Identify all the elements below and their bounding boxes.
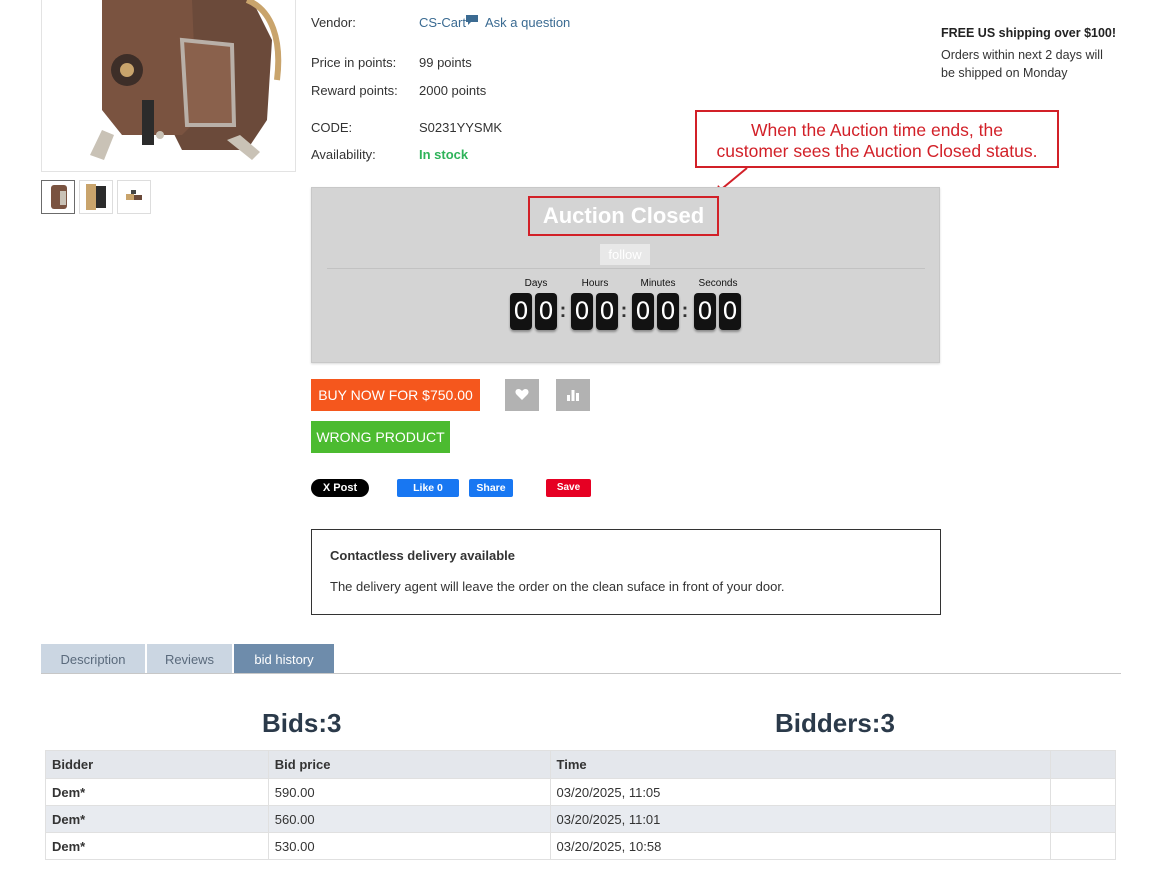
bids-count: Bids:3 xyxy=(262,708,342,738)
thumbnail-1[interactable] xyxy=(41,180,75,214)
hours-label: Hours xyxy=(581,278,609,289)
tab-description[interactable]: Description xyxy=(41,644,145,673)
table-header-row: Bidder Bid price Time xyxy=(45,750,1116,779)
code-value: S0231YYSMK xyxy=(419,120,503,135)
thumbnail-2[interactable] xyxy=(79,180,113,214)
bid-history-table: Bidder Bid price Time Dem* 590.00 03/20/… xyxy=(45,750,1116,860)
shipping-line-2: be shipped on Monday xyxy=(941,66,1068,80)
table-row: Dem* 530.00 03/20/2025, 10:58 xyxy=(45,832,1116,860)
wishlist-button[interactable] xyxy=(505,379,539,411)
vendor-label: Vendor: xyxy=(311,15,356,30)
bid-price-cell: 530.00 xyxy=(267,832,551,860)
follow-button[interactable]: follow xyxy=(600,244,650,265)
empty-cell xyxy=(1050,832,1116,860)
tab-reviews[interactable]: Reviews xyxy=(147,644,232,673)
table-row: Dem* 590.00 03/20/2025, 11:05 xyxy=(45,778,1116,806)
annotation-callout: When the Auction time ends, the customer… xyxy=(695,110,1059,168)
delivery-title: Contactless delivery available xyxy=(330,548,515,563)
minutes-digit-1: 0 xyxy=(632,293,654,330)
bidder-cell: Dem* xyxy=(45,832,269,860)
price-points-value: 99 points xyxy=(419,55,472,70)
facebook-share-button[interactable]: Share xyxy=(469,479,513,497)
bid-price-cell: 560.00 xyxy=(267,805,551,833)
bid-price-cell: 590.00 xyxy=(267,778,551,806)
chat-bubble-icon xyxy=(465,14,479,29)
thumbnail-backpack-icon xyxy=(51,185,67,209)
bidders-count: Bidders:3 xyxy=(775,708,895,738)
column-header-bid-price: Bid price xyxy=(267,750,551,779)
empty-cell xyxy=(1050,778,1116,806)
hours-digit-2: 0 xyxy=(596,293,618,330)
availability-status: In stock xyxy=(419,147,469,162)
ask-question-link[interactable]: Ask a question xyxy=(485,15,570,30)
tabs-divider xyxy=(41,673,1121,674)
product-main-image[interactable] xyxy=(41,0,296,172)
minutes-label: Minutes xyxy=(640,278,676,289)
seconds-digit-1: 0 xyxy=(694,293,716,330)
bid-time-cell: 03/20/2025, 11:01 xyxy=(549,805,1052,833)
auction-divider xyxy=(327,268,925,269)
annotation-line-2: customer sees the Auction Closed status. xyxy=(716,141,1038,161)
compare-button[interactable] xyxy=(556,379,590,411)
thumbnail-accessories-icon xyxy=(126,190,142,200)
x-post-button[interactable]: X Post xyxy=(311,479,369,497)
annotation-line-1: When the Auction time ends, the xyxy=(751,120,1003,140)
thumbnail-3[interactable] xyxy=(117,180,151,214)
column-header-time: Time xyxy=(549,750,1052,779)
reward-points-value: 2000 points xyxy=(419,83,487,98)
facebook-like-button[interactable]: Like 0 xyxy=(397,479,459,497)
price-points-label: Price in points: xyxy=(311,55,397,70)
wrong-product-button[interactable]: WRONG PRODUCT xyxy=(311,421,450,453)
tab-bid-history[interactable]: bid history xyxy=(234,644,334,673)
heart-icon xyxy=(515,389,529,400)
bid-time-cell: 03/20/2025, 11:05 xyxy=(549,778,1052,806)
code-label: CODE: xyxy=(311,120,353,135)
availability-label: Availability: xyxy=(311,147,376,162)
auction-status: Auction Closed xyxy=(528,196,719,236)
buy-now-button[interactable]: BUY NOW FOR $750.00 xyxy=(311,379,480,411)
column-header-empty xyxy=(1050,750,1116,779)
bidder-cell: Dem* xyxy=(45,778,269,806)
timer-colon: : xyxy=(559,300,567,322)
delivery-notice-box xyxy=(311,529,941,615)
bid-time-cell: 03/20/2025, 10:58 xyxy=(549,832,1052,860)
table-row: Dem* 560.00 03/20/2025, 11:01 xyxy=(45,805,1116,833)
days-digit-1: 0 xyxy=(510,293,532,330)
compare-icon xyxy=(567,390,579,401)
shipping-line-1: Orders within next 2 days will xyxy=(941,48,1103,62)
vendor-link[interactable]: CS-Cart xyxy=(419,15,466,30)
minutes-digit-2: 0 xyxy=(657,293,679,330)
delivery-text: The delivery agent will leave the order … xyxy=(330,579,785,594)
column-header-bidder: Bidder xyxy=(45,750,269,779)
reward-points-label: Reward points: xyxy=(311,83,398,98)
days-digit-2: 0 xyxy=(535,293,557,330)
seconds-digit-2: 0 xyxy=(719,293,741,330)
backpack-image xyxy=(90,0,282,160)
hours-digit-1: 0 xyxy=(571,293,593,330)
days-label: Days xyxy=(524,278,548,289)
shipping-title: FREE US shipping over $100! xyxy=(941,26,1117,40)
timer-colon: : xyxy=(681,300,689,322)
timer-colon: : xyxy=(620,300,628,322)
bidder-cell: Dem* xyxy=(45,805,269,833)
thumbnail-backpack-side-icon xyxy=(86,184,106,210)
empty-cell xyxy=(1050,805,1116,833)
seconds-label: Seconds xyxy=(698,278,738,289)
pinterest-save-button[interactable]: Save xyxy=(546,479,591,497)
